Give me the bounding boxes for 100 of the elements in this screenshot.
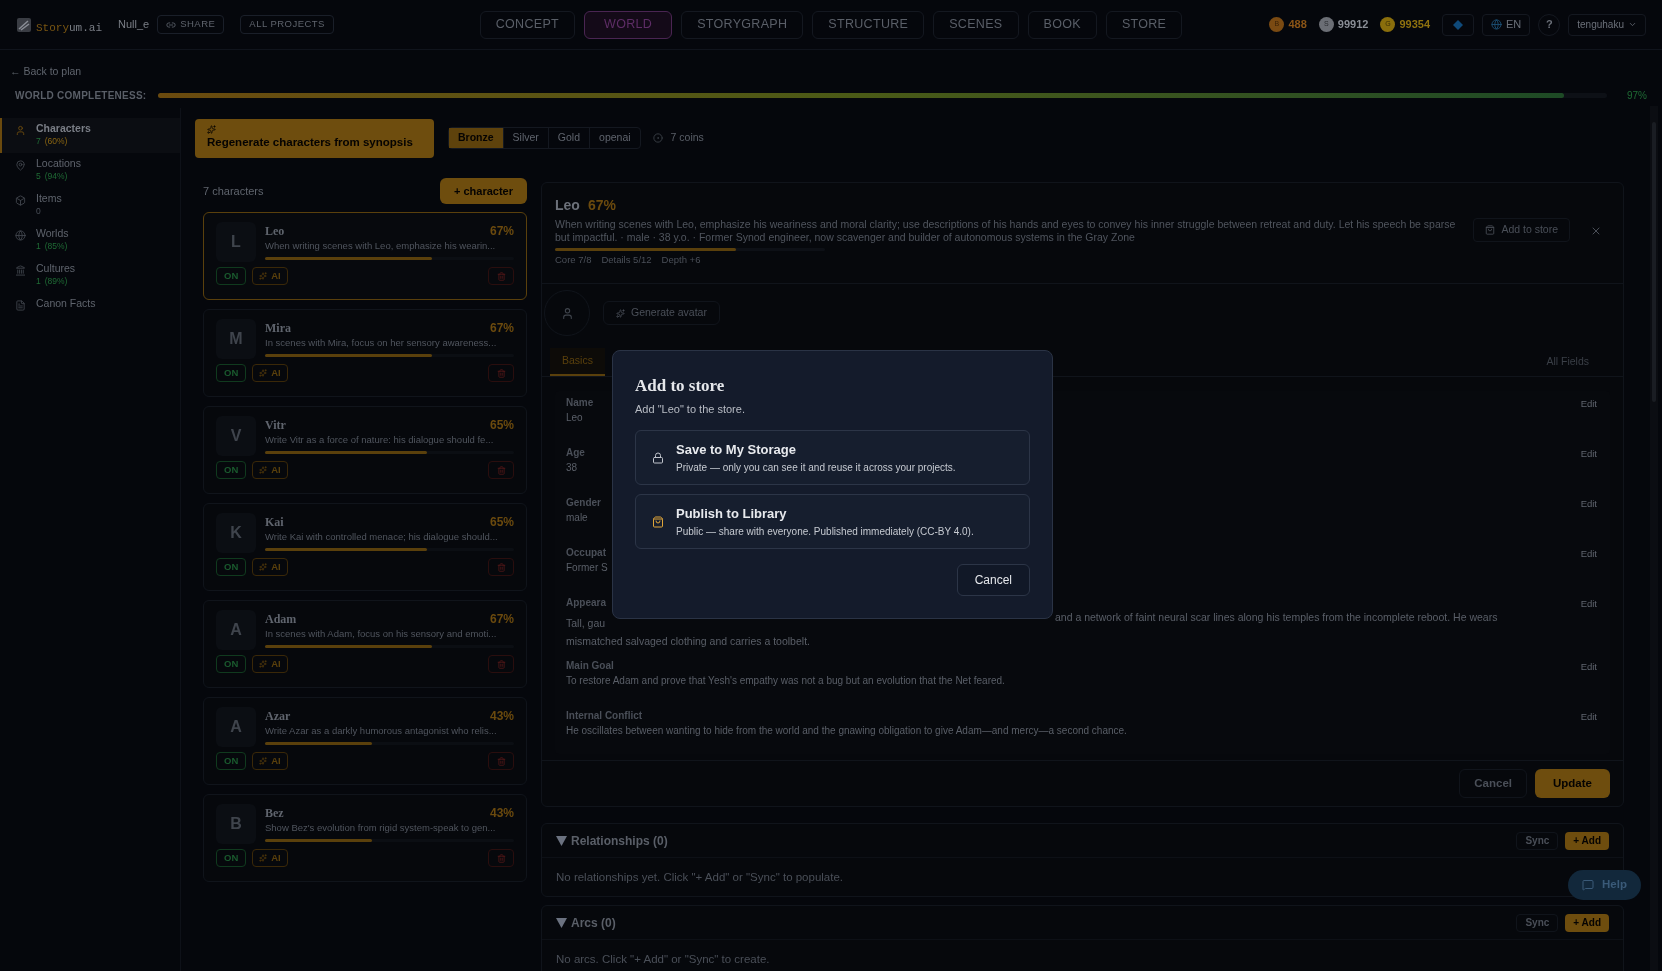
on-toggle[interactable]: ON bbox=[216, 655, 247, 673]
nav-tab[interactable]: WORLD bbox=[584, 10, 673, 39]
nav-tab[interactable]: STORYGRAPH bbox=[681, 10, 804, 39]
add-character-button[interactable]: + character bbox=[440, 178, 527, 204]
add-to-store-button[interactable]: Add to store bbox=[1473, 218, 1570, 242]
user-menu[interactable]: tenguhaku bbox=[1568, 13, 1646, 36]
cost-label: 7 coins bbox=[670, 130, 704, 146]
edit-link[interactable]: Edit bbox=[1580, 595, 1597, 650]
all-fields-tab[interactable]: All Fields bbox=[1546, 353, 1615, 377]
edit-link[interactable]: Edit bbox=[1580, 708, 1597, 750]
ai-button[interactable]: AI bbox=[252, 267, 288, 285]
on-toggle[interactable]: ON bbox=[216, 849, 247, 867]
trash-icon bbox=[496, 368, 506, 378]
sidebar-item[interactable]: Items 0 bbox=[0, 188, 180, 223]
delete-button[interactable] bbox=[488, 364, 514, 382]
character-name: Mira bbox=[265, 320, 291, 337]
character-summary: In scenes with Adam, focus on his sensory and emoti... bbox=[265, 628, 498, 640]
character-card[interactable]: A Adam 67% In scenes with Adam, focus on his sensory and emoti... ON AI bbox=[203, 600, 527, 688]
character-card[interactable]: M Mira 67% In scenes with Mira, focus on her sensory awareness... ON AI bbox=[203, 309, 527, 397]
ai-button[interactable]: AI bbox=[252, 461, 288, 479]
help-button[interactable]: Help bbox=[1568, 870, 1641, 900]
tier-option[interactable]: Gold bbox=[548, 128, 591, 148]
character-card[interactable]: L Leo 67% When writing scenes with Leo, emphasize his wearin... ON AI bbox=[203, 212, 527, 300]
chat-icon bbox=[1582, 879, 1594, 891]
language-button[interactable]: EN bbox=[1482, 13, 1531, 36]
close-icon[interactable] bbox=[1590, 225, 1602, 237]
edit-link[interactable]: Edit bbox=[1580, 495, 1597, 538]
edit-link[interactable]: Edit bbox=[1580, 395, 1597, 438]
sidebar-item[interactable]: Cultures 1 (89%) bbox=[0, 258, 180, 293]
regenerate-button[interactable]: Regenerate characters from synopsis bbox=[195, 118, 434, 158]
nav-tab[interactable]: CONCEPT bbox=[479, 10, 576, 39]
nav-tab[interactable]: STRUCTURE bbox=[812, 10, 925, 39]
generate-avatar-button[interactable]: Generate avatar bbox=[603, 301, 720, 326]
tier-option[interactable]: openai bbox=[590, 128, 640, 148]
sidebar-percent: (60%) bbox=[44, 136, 68, 146]
add-button[interactable]: + Add bbox=[1565, 913, 1609, 932]
sidebar-icon bbox=[15, 125, 26, 136]
section-title[interactable]: Relationships (0) bbox=[571, 831, 668, 850]
delete-button[interactable] bbox=[488, 849, 514, 867]
character-percent: 67% bbox=[489, 223, 514, 240]
completeness-label: WORLD COMPLETENESS: bbox=[15, 88, 147, 103]
cancel-button[interactable]: Cancel bbox=[1459, 769, 1527, 798]
ai-button[interactable]: AI bbox=[252, 752, 288, 770]
diamond-button[interactable] bbox=[1442, 13, 1474, 36]
on-toggle[interactable]: ON bbox=[216, 558, 247, 576]
ai-button[interactable]: AI bbox=[252, 364, 288, 382]
character-card[interactable]: V Vitr 65% Write Vitr as a force of nature: his dialogue should fe... ON AI bbox=[203, 406, 527, 494]
store-option[interactable]: Publish to Library Public — share with everyone. Published immediately (CC-BY 4.0). bbox=[635, 494, 1030, 549]
tier-option[interactable]: Silver bbox=[503, 128, 549, 148]
all-projects-button[interactable]: ALL PROJECTS bbox=[240, 15, 334, 34]
field-label: Gender bbox=[566, 496, 601, 511]
back-link[interactable]: ← Back to plan bbox=[10, 65, 82, 77]
tier-option[interactable]: Bronze bbox=[449, 128, 504, 148]
character-card[interactable]: K Kai 65% Write Kai with controlled menace; his dialogue should... ON AI bbox=[203, 503, 527, 591]
edit-link[interactable]: Edit bbox=[1580, 545, 1597, 588]
store-option[interactable]: Save to My Storage Private — only you can see it and reuse it across your projects. bbox=[635, 430, 1030, 485]
ai-button[interactable]: AI bbox=[252, 655, 288, 673]
sidebar-item[interactable]: Canon Facts bbox=[0, 293, 180, 328]
field-label: Internal Conflict bbox=[566, 709, 644, 723]
sidebar-item[interactable]: Locations 5 (94%) bbox=[0, 153, 180, 188]
delete-button[interactable] bbox=[488, 752, 514, 770]
detail-stat: Depth +6 bbox=[661, 253, 701, 267]
on-toggle[interactable]: ON bbox=[216, 267, 247, 285]
sidebar-item[interactable]: Worlds 1 (85%) bbox=[0, 223, 180, 258]
nav-tab[interactable]: BOOK bbox=[1027, 10, 1097, 39]
project-name: Null_e bbox=[118, 17, 150, 33]
sync-button[interactable]: Sync bbox=[1516, 831, 1559, 850]
sync-button[interactable]: Sync bbox=[1516, 913, 1559, 932]
field-value: Former S bbox=[566, 561, 608, 576]
dialog-cancel-button[interactable]: Cancel bbox=[956, 564, 1030, 596]
sidebar-label: Locations bbox=[36, 156, 81, 171]
dialog-title: Add to store bbox=[635, 375, 726, 397]
share-button[interactable]: SHARE bbox=[157, 15, 225, 34]
edit-link[interactable]: Edit bbox=[1580, 658, 1597, 700]
detail-stat: Details 5/12 bbox=[601, 253, 652, 267]
on-toggle[interactable]: ON bbox=[216, 461, 247, 479]
sidebar-count: 0 bbox=[36, 206, 41, 216]
delete-button[interactable] bbox=[488, 558, 514, 576]
character-card[interactable]: B Bez 43% Show Bez's evolution from rigid system-speak to gen... ON AI bbox=[203, 794, 527, 882]
character-summary: When writing scenes with Leo, emphasize his wearin... bbox=[265, 240, 497, 252]
caret-icon bbox=[1628, 20, 1637, 29]
delete-button[interactable] bbox=[488, 461, 514, 479]
update-button[interactable]: Update bbox=[1535, 769, 1610, 798]
delete-button[interactable] bbox=[488, 267, 514, 285]
sidebar-item[interactable]: Characters 7 (60%) bbox=[0, 118, 180, 153]
sidebar-count: 1 bbox=[36, 276, 41, 286]
character-percent: 43% bbox=[489, 708, 514, 725]
nav-tab[interactable]: STORE bbox=[1105, 10, 1183, 39]
section-title[interactable]: Arcs (0) bbox=[571, 913, 616, 932]
character-card[interactable]: A Azar 43% Write Azar as a darkly humorous antagonist who relis... ON AI bbox=[203, 697, 527, 785]
ai-button[interactable]: AI bbox=[252, 558, 288, 576]
detail-tab[interactable]: Basics bbox=[550, 348, 605, 377]
on-toggle[interactable]: ON bbox=[216, 752, 247, 770]
delete-button[interactable] bbox=[488, 655, 514, 673]
add-button[interactable]: + Add bbox=[1565, 831, 1609, 850]
completeness-reading: 97% bbox=[1627, 88, 1647, 103]
nav-tab[interactable]: SCENES bbox=[933, 10, 1019, 39]
edit-link[interactable]: Edit bbox=[1580, 445, 1597, 488]
ai-button[interactable]: AI bbox=[252, 849, 288, 867]
on-toggle[interactable]: ON bbox=[216, 364, 247, 382]
